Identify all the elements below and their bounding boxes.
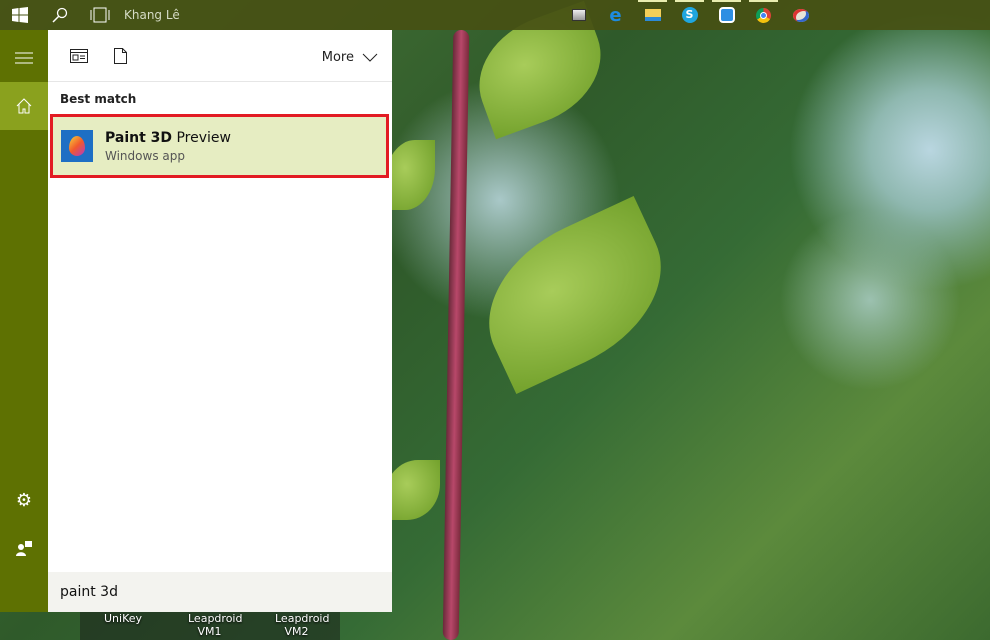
taskbar-paint[interactable] — [782, 0, 819, 30]
documents-filter-button[interactable] — [114, 48, 127, 68]
taskbar: Khang Lê e S — [0, 0, 990, 30]
document-icon — [114, 48, 127, 64]
gear-icon: ⚙ — [15, 489, 33, 511]
result-name: Paint 3D — [105, 129, 173, 146]
search-icon — [52, 7, 68, 23]
wallpaper-leaf — [385, 460, 440, 520]
taskbar-app-window[interactable] — [560, 0, 597, 30]
folder-icon — [644, 9, 661, 21]
section-heading: Best match — [60, 92, 137, 106]
home-icon — [16, 98, 32, 114]
chrome-icon — [756, 7, 771, 23]
taskbar-file-explorer[interactable] — [634, 0, 671, 30]
desktop-icons: UniKey Leapdroid VM1 Leapdroid VM2 — [80, 612, 340, 640]
task-view-icon — [90, 7, 110, 23]
cortana-rail: ⚙ — [0, 30, 48, 612]
taskbar-edge[interactable]: e — [597, 0, 634, 30]
windows-icon — [12, 7, 28, 23]
more-label: More — [321, 50, 354, 65]
chevron-down-icon — [362, 53, 378, 62]
zalo-icon — [718, 7, 735, 23]
taskbar-zalo[interactable] — [708, 0, 745, 30]
skype-icon: S — [681, 7, 698, 23]
start-button[interactable] — [0, 0, 40, 30]
result-name-suffix: Preview — [172, 129, 231, 146]
taskbar-skype[interactable]: S — [671, 0, 708, 30]
window-icon — [571, 9, 586, 21]
wallpaper-leaf — [385, 140, 435, 210]
wallpaper-stem — [442, 29, 470, 640]
search-button[interactable] — [40, 0, 80, 30]
feedback-button[interactable] — [0, 524, 48, 572]
task-view-button[interactable] — [80, 0, 120, 30]
desktop-icon-leapdroid-vm1[interactable]: Leapdroid VM1 — [166, 612, 253, 640]
filter-toolbar: More — [48, 30, 392, 82]
palette-icon — [792, 8, 809, 22]
apps-filter-button[interactable] — [70, 48, 88, 67]
desktop-icon-leapdroid-vm2[interactable]: Leapdroid VM2 — [253, 612, 340, 640]
result-subtitle: Windows app — [105, 148, 185, 163]
best-match-result[interactable]: Paint 3D Preview Windows app — [50, 114, 389, 178]
taskbar-chrome[interactable] — [745, 0, 782, 30]
paint-3d-icon — [61, 130, 93, 162]
home-button[interactable] — [0, 82, 48, 130]
edge-icon: e — [609, 4, 622, 26]
menu-button[interactable] — [0, 34, 48, 82]
hamburger-icon — [15, 52, 33, 64]
settings-button[interactable]: ⚙ — [0, 476, 48, 524]
search-input[interactable]: paint 3d — [48, 572, 392, 612]
feedback-icon — [16, 541, 32, 556]
search-panel: More Best match Paint 3D Preview Windows… — [48, 30, 392, 612]
desktop-icon-unikey[interactable]: UniKey — [80, 612, 166, 640]
user-name[interactable]: Khang Lê — [124, 8, 180, 22]
more-dropdown[interactable]: More — [322, 50, 378, 65]
wallpaper-leaf — [461, 195, 689, 395]
app-window-icon — [70, 49, 88, 63]
